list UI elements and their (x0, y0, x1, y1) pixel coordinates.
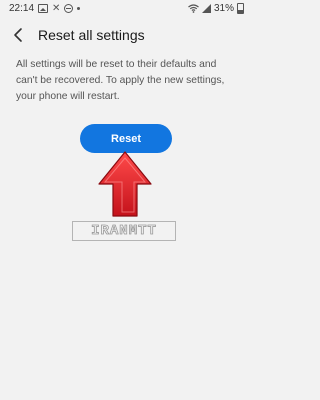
gallery-icon (38, 4, 49, 13)
status-bar: 22:14 ✕ 31% (0, 0, 252, 18)
reset-button[interactable]: Reset (80, 124, 172, 153)
back-button[interactable] (10, 26, 28, 44)
do-not-disturb-icon (64, 4, 74, 13)
reset-description: All settings will be reset to their defa… (16, 59, 225, 102)
signal-icon (201, 4, 211, 13)
page-title: Reset all settings (38, 27, 145, 43)
wifi-icon (188, 4, 199, 13)
battery-percentage: 31% (213, 3, 234, 14)
chevron-left-icon (14, 28, 22, 42)
x-icon: ✕ (52, 2, 61, 14)
status-time: 22:14 (9, 3, 35, 14)
dot-icon (77, 7, 81, 10)
app-bar: Reset all settings (0, 22, 252, 48)
battery-icon (237, 3, 244, 14)
watermark-logo: IRANMTT (72, 221, 176, 241)
red-arrow-annotation (98, 151, 152, 217)
